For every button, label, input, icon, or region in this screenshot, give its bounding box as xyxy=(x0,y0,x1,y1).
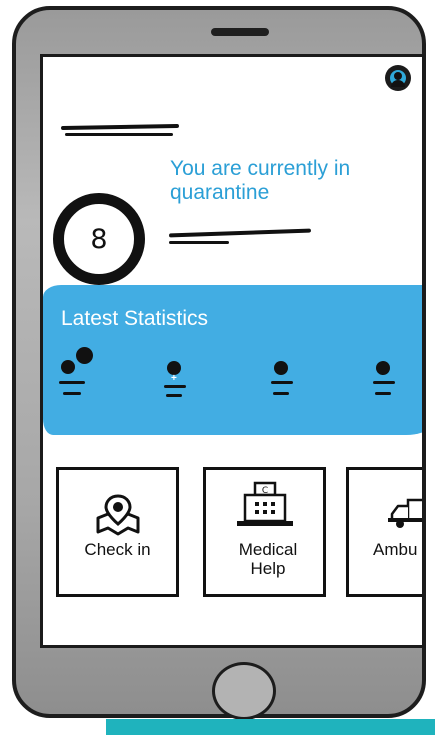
latest-statistics-panel: Latest Statistics + xyxy=(43,285,422,435)
person-icon xyxy=(274,361,288,375)
phone-frame: 8 You are currently in quarantine Latest… xyxy=(12,6,426,720)
check-in-button[interactable]: Check in xyxy=(56,467,179,597)
person-icon xyxy=(376,361,390,375)
people-icon xyxy=(76,347,93,364)
teal-bar xyxy=(106,719,435,735)
placeholder-line xyxy=(168,228,312,238)
medical-help-button[interactable]: C Medical Help xyxy=(203,467,326,597)
ambulance-icon xyxy=(388,498,422,528)
placeholder-line xyxy=(169,241,229,244)
map-pin-icon xyxy=(96,494,139,536)
hospital-icon: C xyxy=(236,481,293,526)
medical-help-label: Medical Help xyxy=(238,540,298,578)
app-screen: 8 You are currently in quarantine Latest… xyxy=(40,54,425,648)
people-icon xyxy=(61,360,75,374)
home-button[interactable] xyxy=(212,662,276,720)
statistics-title: Latest Statistics xyxy=(61,307,209,330)
placeholder-line xyxy=(65,133,173,136)
speaker-slot xyxy=(211,28,269,36)
counter-value: 8 xyxy=(90,223,108,255)
profile-avatar-icon[interactable] xyxy=(385,65,411,91)
placeholder-line xyxy=(60,123,180,131)
ambulance-label: Ambu xyxy=(373,540,418,559)
ambulance-button[interactable]: Ambu xyxy=(346,467,422,597)
check-in-label: Check in xyxy=(84,540,151,559)
quarantine-status-text: You are currently in quarantine xyxy=(170,157,351,204)
quarantine-day-counter: 8 xyxy=(53,193,145,285)
